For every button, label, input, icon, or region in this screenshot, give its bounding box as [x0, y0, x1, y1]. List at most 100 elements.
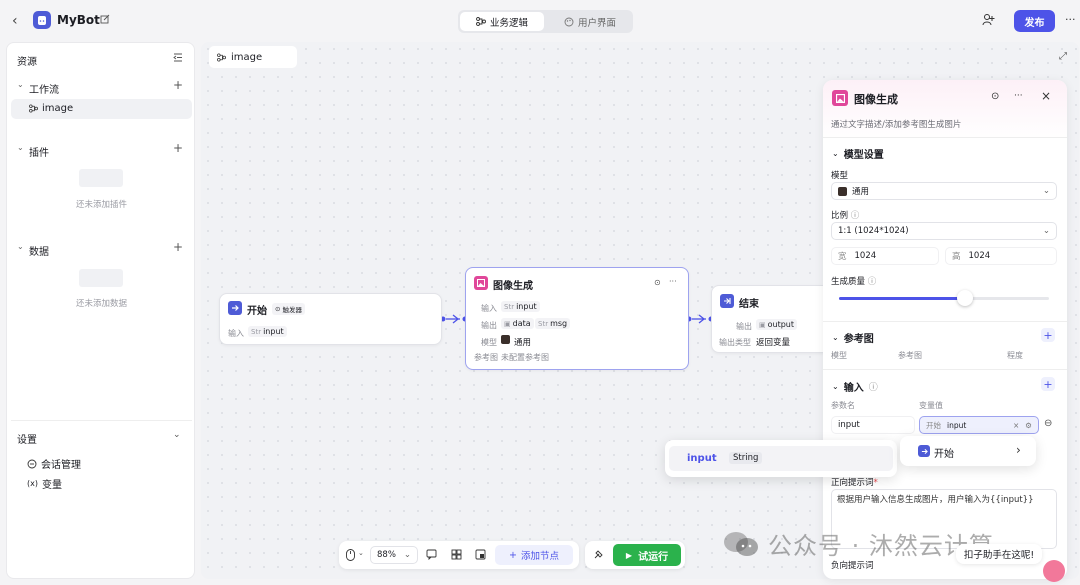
chat-icon: [27, 459, 37, 468]
zoom-select[interactable]: 88% ⌄: [370, 546, 418, 564]
layout-icon[interactable]: [451, 549, 462, 560]
image-input-type: Str: [504, 302, 515, 311]
tab-business-logic-label: 业务逻辑: [489, 17, 528, 29]
input-section[interactable]: ⌄ 输入 ⓘ: [832, 379, 878, 394]
debug-icon[interactable]: [593, 549, 604, 560]
param-name-input[interactable]: input: [831, 416, 915, 434]
test-run-button[interactable]: ▶ 试运行: [613, 544, 681, 566]
image-model-value: 通用: [514, 338, 532, 348]
variable-option-input[interactable]: input String: [669, 446, 893, 471]
add-input-button[interactable]: +: [1041, 377, 1055, 391]
image-type-icon: ▣: [504, 319, 511, 328]
node-run-icon[interactable]: ⊙: [654, 278, 661, 287]
assistant-avatar[interactable]: [1043, 560, 1065, 582]
model-avatar: [838, 186, 847, 196]
variable-option-type: String: [729, 452, 763, 464]
variable-icon: (x): [27, 479, 38, 488]
model-select-value: 通用: [852, 187, 870, 197]
model-settings-section[interactable]: ⌄ 模型设置: [832, 146, 884, 161]
panel-more-icon[interactable]: ···: [1014, 91, 1023, 101]
chevron-right-icon: ›: [1016, 443, 1021, 457]
end-node[interactable]: 结束 输出 ▣ output 输出类型 返回变量: [711, 285, 836, 353]
fullscreen-icon[interactable]: ⤢: [1059, 51, 1067, 62]
add-plugin-icon[interactable]: +: [173, 141, 183, 155]
node-more-icon[interactable]: ···: [669, 277, 677, 286]
panel-title: 图像生成: [854, 93, 898, 106]
prompt-label-text: 正向提示词: [831, 478, 874, 488]
tab-user-interface[interactable]: 用户界面: [550, 12, 630, 31]
model-select[interactable]: 通用 ⌄: [831, 182, 1057, 200]
workflow-icon: [217, 52, 226, 62]
tab-user-interface-label: 用户界面: [577, 17, 616, 29]
prompt-text: 根据用户输入信息生成图片，用户输入为{{input}}: [837, 495, 1034, 505]
more-menu-icon[interactable]: ···: [1065, 13, 1076, 26]
chevron-down-icon[interactable]: ⌄: [358, 549, 364, 557]
add-reference-button[interactable]: +: [1041, 328, 1055, 342]
image-input-chip: Str input: [501, 301, 540, 312]
width-field[interactable]: 宽 1024: [831, 247, 939, 265]
plugins-chevron-icon[interactable]: ⌄: [17, 143, 24, 152]
plugins-empty-illustration: [79, 169, 123, 187]
var-value-select[interactable]: 开始 input × ⚙: [919, 416, 1039, 434]
conversation-management-item[interactable]: 会话管理: [27, 456, 81, 471]
canvas-workflow-tab[interactable]: image: [209, 46, 297, 68]
reference-section[interactable]: ⌄ 参考图: [832, 330, 874, 345]
start-node[interactable]: 开始 ⊙ 触发器 输入 Str input: [219, 293, 442, 345]
ref-col-strength: 程度: [1007, 351, 1023, 360]
data-empty-text: 还未添加数据: [75, 299, 127, 309]
ratio-select[interactable]: 1:1 (1024*1024) ⌄: [831, 222, 1057, 240]
canvas-workflow-tab-label: image: [231, 51, 263, 63]
param-name-header: 参数名: [831, 401, 855, 410]
node-option-start[interactable]: 开始 ›: [904, 440, 1032, 462]
back-icon[interactable]: ‹: [12, 13, 18, 29]
data-chevron-icon[interactable]: ⌄: [17, 242, 24, 251]
add-workflow-icon[interactable]: +: [173, 78, 183, 92]
gear-icon[interactable]: ⚙: [1025, 421, 1032, 430]
collapse-sidebar-icon[interactable]: [173, 53, 183, 62]
minimap-icon[interactable]: [475, 549, 486, 560]
settings-chevron-icon[interactable]: ⌄: [173, 430, 181, 440]
add-node-button[interactable]: + 添加节点: [495, 545, 573, 565]
panel-run-icon[interactable]: ⊙: [991, 91, 999, 102]
assistant-bubble[interactable]: 扣子助手在这呢!: [956, 544, 1042, 564]
height-value: 1024: [968, 251, 991, 261]
panel-image-icon: [832, 90, 848, 106]
node-option-label: 开始: [934, 449, 954, 460]
workflow-item-image[interactable]: image: [11, 99, 192, 119]
chevron-down-icon: ⌄: [1042, 226, 1050, 236]
workflow-icon: [476, 17, 486, 26]
quality-slider[interactable]: [839, 290, 1049, 306]
height-field[interactable]: 高 1024: [945, 247, 1057, 265]
width-label: 宽: [838, 252, 847, 262]
image-output-type2: Str: [538, 319, 549, 328]
workflow-chevron-icon[interactable]: ⌄: [17, 80, 24, 89]
trigger-badge-label: 触发器: [282, 306, 302, 314]
app-title: MyBot: [57, 13, 100, 27]
var-value-prefix: 开始: [926, 420, 941, 430]
quality-slider-handle[interactable]: [957, 290, 973, 306]
param-name-value: input: [838, 420, 860, 430]
ratio-label-text: 比例: [831, 211, 849, 221]
variables-item[interactable]: (x) 变量: [27, 476, 62, 491]
image-generation-node[interactable]: 图像生成 ⊙ ··· 输入 Str input 输出 ▣ data Str msg 模…: [465, 267, 689, 370]
info-icon: ⓘ: [867, 277, 877, 287]
panel-close-icon[interactable]: ×: [1041, 89, 1051, 103]
image-output-label: 输出: [481, 321, 497, 330]
mouse-mode-icon[interactable]: [346, 549, 355, 561]
clear-icon[interactable]: ×: [1013, 421, 1019, 430]
remove-input-icon[interactable]: ⊖: [1044, 418, 1052, 429]
comment-icon[interactable]: [426, 549, 437, 560]
tab-business-logic[interactable]: 业务逻辑: [460, 12, 544, 31]
start-input-type: Str: [251, 327, 262, 336]
quality-label: 生成质量 ⓘ: [831, 275, 876, 287]
test-run-label: 试运行: [638, 551, 669, 563]
edit-icon[interactable]: [100, 14, 110, 24]
collaborator-icon[interactable]: [982, 13, 996, 26]
publish-button[interactable]: 发布: [1014, 10, 1055, 32]
ratio-label: 比例 ⓘ: [831, 209, 859, 221]
model-label: 模型: [831, 171, 849, 181]
image-input-var: input: [516, 302, 537, 311]
add-data-icon[interactable]: +: [173, 240, 183, 254]
required-mark: *: [873, 478, 878, 488]
settings-section-label: 设置: [17, 435, 37, 446]
